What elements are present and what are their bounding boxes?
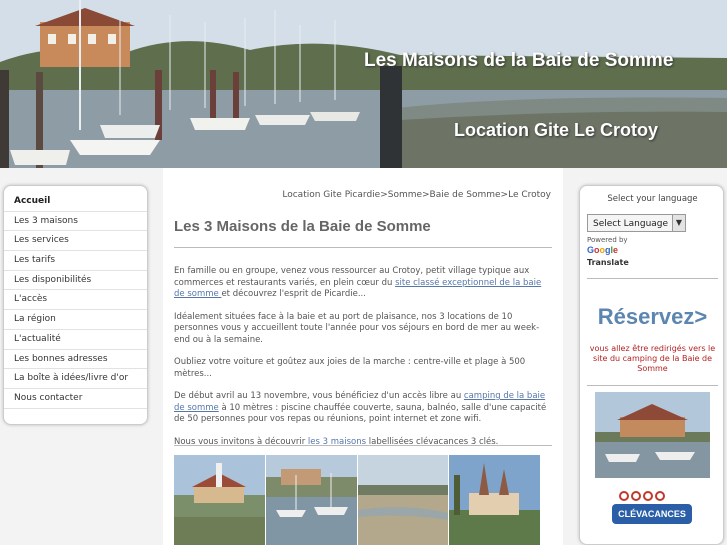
right-sidebar: Select your language Select Language ▼ P… — [579, 185, 724, 545]
nav-item-region[interactable]: La région — [4, 310, 147, 330]
breadcrumb[interactable]: Location Gite Picardie>Somme>Baie de Som… — [282, 190, 551, 200]
paragraph-location: Idéalement situées face à la baie et au … — [174, 311, 540, 345]
nav-item-les-3-maisons[interactable]: Les 3 maisons — [4, 212, 147, 232]
photos-divider — [174, 445, 552, 446]
header-banner: Les Maisons de la Baie de Somme Location… — [0, 0, 727, 168]
reservez-button[interactable]: Réservez> — [580, 304, 725, 330]
photo-beach[interactable] — [357, 455, 449, 545]
main-content: Location Gite Picardie>Somme>Baie de Som… — [163, 168, 563, 545]
left-nav: Accueil Les 3 maisons Les services Les t… — [3, 185, 148, 425]
photo-lighthouse[interactable] — [174, 455, 265, 545]
nav-item-actualite[interactable]: L'actualité — [4, 330, 147, 350]
nav-item-les-tarifs[interactable]: Les tarifs — [4, 251, 147, 271]
translate-link[interactable]: Translate — [587, 258, 629, 267]
nav-item-bonnes-adresses[interactable]: Les bonnes adresses — [4, 350, 147, 370]
site-subtitle: Location Gite Le Crotoy — [454, 120, 659, 140]
intro-text: En famille ou en groupe, venez vous ress… — [174, 266, 552, 459]
sidebar-divider-2 — [587, 385, 718, 386]
photo-strip — [174, 455, 540, 545]
clevacances-label: CLÉVACANCES — [618, 509, 686, 519]
paragraph-intro: En famille ou en groupe, venez vous ress… — [174, 266, 542, 299]
nav-item-disponibilites[interactable]: Les disponibilités — [4, 271, 147, 291]
paragraph-camping: De début avril au 13 novembre, vous béné… — [174, 391, 547, 424]
page-body: Accueil Les 3 maisons Les services Les t… — [0, 168, 727, 545]
nav-item-accueil[interactable]: Accueil — [4, 192, 147, 212]
page-title: Les 3 Maisons de la Baie de Somme — [174, 218, 431, 235]
site-title: Les Maisons de la Baie de Somme — [364, 50, 674, 71]
chevron-down-icon[interactable]: ▼ — [672, 214, 686, 232]
paragraph-marche: Oubliez votre voiture et goûtez aux joie… — [174, 357, 526, 379]
nav-item-acces[interactable]: L'accès — [4, 290, 147, 311]
photo-church[interactable] — [449, 455, 540, 545]
clevacances-logo[interactable]: CLÉVACANCES — [604, 488, 698, 528]
redirect-note: vous allez être redirigés vers le site d… — [589, 344, 716, 373]
nav-item-contact[interactable]: Nous contacter — [4, 389, 147, 409]
nav-item-livre-dor[interactable]: La boîte à idées/livre d'or — [4, 369, 147, 389]
nav-item-les-services[interactable]: Les services — [4, 231, 147, 252]
sidebar-divider — [587, 278, 718, 279]
title-divider — [174, 247, 552, 248]
language-title: Select your language — [607, 194, 698, 204]
paragraph-decouvrir: Nous vous invitons à découvrir les 3 mai… — [174, 436, 499, 447]
google-logo: Google — [587, 245, 619, 255]
sidebar-photo[interactable] — [595, 392, 710, 478]
harbor-photo — [0, 0, 727, 168]
powered-by-label: Powered by — [587, 236, 628, 244]
photo-harbor[interactable] — [265, 455, 357, 545]
